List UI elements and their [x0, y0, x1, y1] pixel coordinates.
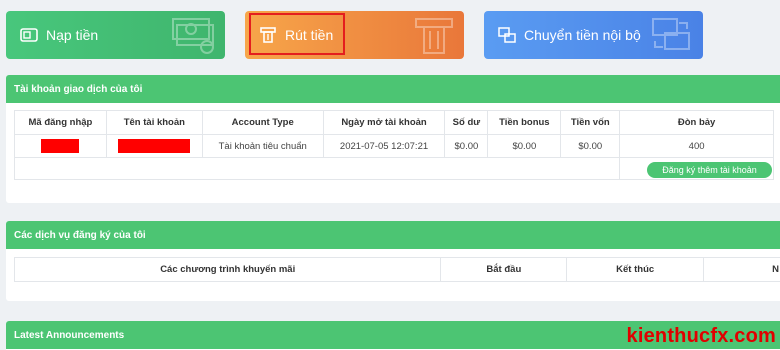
internal-transfer-button[interactable]: Chuyển tiền nội bộ	[484, 11, 703, 59]
table-header-row: Mã đăng nhập Tên tài khoản Account Type …	[14, 110, 774, 135]
column-capital: Tiền vốn	[560, 110, 621, 135]
atm-icon	[414, 15, 454, 59]
transfer-label: Chuyển tiền nội bộ	[524, 27, 641, 43]
column-leverage: Đòn bảy	[619, 110, 774, 135]
login-id-cell	[14, 134, 107, 158]
column-bonus: Tiền bonus	[487, 110, 562, 135]
registered-services-panel: Các dịch vụ đăng ký của tôi Các chương t…	[6, 221, 780, 301]
withdraw-button[interactable]: Rút tiền	[245, 11, 464, 59]
open-date-cell: 2021-07-05 12:07:21	[322, 134, 446, 158]
column-account-name: Tên tài khoản	[105, 110, 203, 135]
column-login-id: Mã đăng nhập	[14, 110, 107, 135]
redacted-account-name	[118, 139, 191, 153]
column-end: Kết thúc	[566, 257, 705, 282]
trading-accounts-title: Tài khoản giao dịch của tôi	[6, 75, 780, 103]
leverage-cell: 400	[619, 134, 774, 158]
registered-services-title: Các dịch vụ đăng ký của tôi	[6, 221, 780, 249]
column-truncated: N	[703, 257, 780, 282]
deposit-button[interactable]: Nạp tiền	[6, 11, 225, 59]
highlight-box	[249, 13, 345, 55]
register-account-button[interactable]: Đăng ký thêm tài khoản	[647, 162, 772, 178]
deposit-label: Nạp tiền	[46, 27, 99, 43]
column-balance: Số dư	[444, 110, 489, 135]
balance-cell: $0.00	[444, 134, 489, 158]
table-row: Tài khoản tiêu chuẩn 2021-07-05 12:07:21…	[14, 134, 774, 158]
trading-accounts-panel: Tài khoản giao dịch của tôi Mã đăng nhập…	[6, 75, 780, 203]
capital-cell: $0.00	[560, 134, 621, 158]
bonus-cell: $0.00	[487, 134, 562, 158]
column-promotions: Các chương trình khuyến mãi	[13, 257, 442, 282]
account-type-cell: Tài khoản tiêu chuẩn	[201, 134, 324, 158]
account-name-cell	[105, 134, 203, 158]
redacted-login-id	[41, 139, 80, 153]
exchange-icon	[649, 15, 693, 59]
deposit-icon	[18, 24, 40, 46]
column-open-date: Ngày mở tài khoản	[322, 110, 446, 135]
column-start: Bắt đầu	[440, 257, 568, 282]
transfer-icon	[496, 24, 518, 46]
cash-icon	[171, 15, 215, 59]
column-account-type: Account Type	[201, 110, 324, 135]
watermark-text: kienthucfx.com	[626, 325, 776, 347]
table-header-row: Các chương trình khuyến mãi Bắt đầu Kết …	[13, 257, 780, 282]
services-table: Các chương trình khuyến mãi Bắt đầu Kết …	[13, 257, 780, 282]
